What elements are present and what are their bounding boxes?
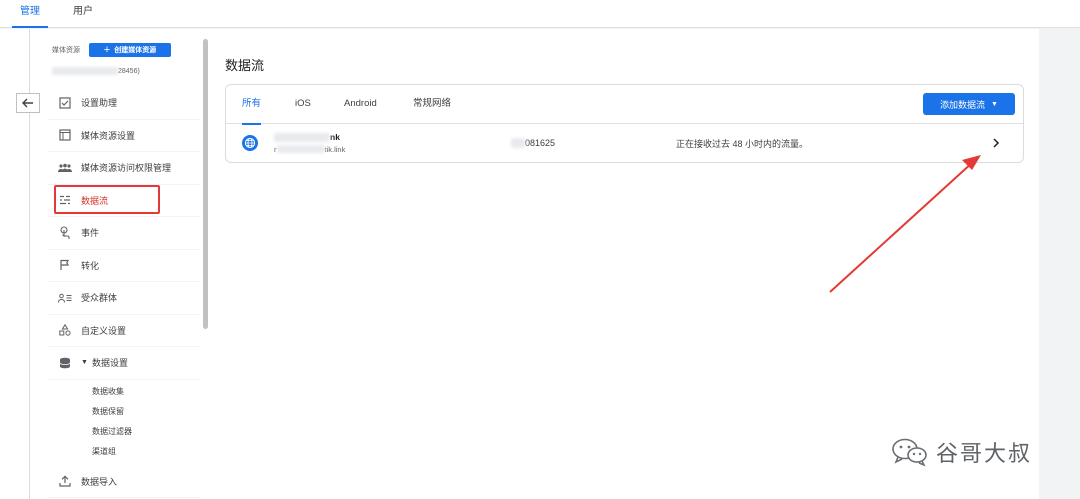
page-title: 数据流 [225, 58, 265, 73]
subitem-data-filters[interactable]: 数据过滤器 [92, 422, 200, 442]
sidebar-item-access-management[interactable]: 媒体资源访问权限管理 [48, 152, 200, 185]
sidebar-item-conversions[interactable]: 转化 [48, 250, 200, 282]
upload-icon [57, 473, 73, 489]
property-selector[interactable]: 28456) [52, 65, 140, 77]
left-rail [0, 29, 48, 499]
tab-all[interactable]: 所有 [242, 85, 262, 125]
data-settings-submenu: 数据收集 数据保留 数据过滤器 渠道组 [48, 380, 200, 466]
checkbox-icon [57, 95, 73, 111]
people-icon [57, 160, 73, 176]
sidebar-item-label: 媒体资源访问权限管理 [81, 163, 172, 174]
subitem-data-collection[interactable]: 数据收集 [92, 382, 200, 402]
redacted-property-name [52, 67, 118, 75]
sidebar-item-label: 数据设置 [91, 358, 128, 369]
sidebar-item-events[interactable]: 事件 [48, 217, 200, 250]
add-stream-label: 添加数据流 [940, 99, 986, 110]
sidebar-item-property-settings[interactable]: 媒体资源设置 [48, 120, 200, 152]
main-content: 数据流 所有 iOS Android 常规网络 添加数据流 ▼ nk r tik [213, 29, 1039, 499]
sidebar-item-label: 受众群体 [81, 293, 118, 304]
database-icon [57, 355, 73, 371]
sidebar-item-data-settings[interactable]: ▼ 数据设置 [48, 347, 200, 380]
sidebar-item-label: 事件 [81, 228, 100, 239]
watermark: 谷哥大叔 [890, 434, 1032, 470]
stream-status: 正在接收过去 48 小时内的流量。 [676, 138, 809, 149]
sidebar-item-data-import[interactable]: 数据导入 [48, 466, 200, 498]
subitem-data-retention[interactable]: 数据保留 [92, 402, 200, 422]
redacted-stream-name [274, 132, 330, 142]
stream-name: nk [274, 131, 340, 143]
redacted-stream-url [276, 145, 325, 153]
add-stream-button[interactable]: 添加数据流 ▼ [923, 93, 1015, 115]
sidebar-item-setup-assistant[interactable]: 设置助理 [48, 87, 200, 120]
plus-icon: + [103, 43, 111, 56]
watermark-text: 谷哥大叔 [936, 441, 1033, 466]
sidebar-item-audiences[interactable]: 受众群体 [48, 282, 200, 315]
property-label: 媒体资源 [52, 47, 80, 54]
tab-web[interactable]: 常规网络 [413, 85, 451, 124]
stream-name-suffix: nk [330, 132, 340, 142]
dropdown-arrow-icon: ▼ [991, 100, 998, 108]
globe-icon [242, 135, 258, 151]
right-gutter [1039, 29, 1080, 499]
sidebar-item-label: 数据流 [81, 195, 109, 206]
tab-android[interactable]: Android [344, 85, 377, 124]
back-button[interactable] [16, 93, 40, 113]
sidebar-item-label: 设置助理 [81, 98, 118, 109]
sidebar-nav: 设置助理 媒体资源设置 媒体资源访问权限管理 数据流 事件 转化 受众群体 自定… [48, 87, 200, 498]
stream-filter-tabs: 所有 iOS Android 常规网络 添加数据流 ▼ [226, 85, 1023, 125]
sidebar-item-label: 媒体资源设置 [81, 130, 136, 141]
sidebar-scrollbar[interactable] [203, 39, 208, 329]
create-property-button[interactable]: + 创建媒体资源 [89, 43, 171, 57]
property-id-suffix: 28456) [118, 67, 140, 75]
stream-id: 081625 [511, 136, 555, 150]
stream-id-suffix: 081625 [525, 138, 556, 148]
shapes-icon [57, 322, 73, 338]
top-tab-bar: 管理 用户 [0, 0, 1080, 28]
stream-row[interactable]: nk r tik.link 081625 正在接收过去 48 小时内的流量。 [226, 124, 1023, 162]
window-icon [57, 127, 73, 143]
arrow-left-icon [22, 98, 33, 108]
wechat-icon [892, 438, 927, 467]
create-property-label: 创建媒体资源 [114, 47, 157, 54]
sidebar-item-custom-definitions[interactable]: 自定义设置 [48, 315, 200, 347]
chevron-right-icon[interactable] [989, 136, 1003, 150]
sidebar-item-label: 转化 [81, 260, 100, 271]
flag-icon [57, 257, 73, 273]
stream-url-suffix: tik.link [324, 144, 346, 154]
tab-ios[interactable]: iOS [295, 85, 311, 124]
sidebar-item-label: 自定义设置 [81, 325, 127, 336]
data-streams-card: 所有 iOS Android 常规网络 添加数据流 ▼ nk r tik.lin… [225, 84, 1024, 163]
tab-admin[interactable]: 管理 [12, 0, 48, 28]
audience-icon [57, 290, 73, 306]
sidebar-item-label: 数据导入 [81, 476, 118, 487]
tab-users[interactable]: 用户 [73, 0, 93, 28]
stream-url: r tik.link [274, 143, 345, 155]
admin-sidebar: 媒体资源 + 创建媒体资源 28456) 设置助理 媒体资源设置 媒体资源访问权… [48, 29, 213, 499]
subitem-channel-groups[interactable]: 渠道组 [92, 442, 200, 462]
expand-caret-icon[interactable]: ▼ [81, 359, 88, 366]
sidebar-item-data-streams[interactable]: 数据流 [48, 184, 200, 217]
touch-icon [57, 225, 73, 241]
data-streams-icon [57, 192, 73, 208]
redacted-stream-id [511, 138, 525, 148]
